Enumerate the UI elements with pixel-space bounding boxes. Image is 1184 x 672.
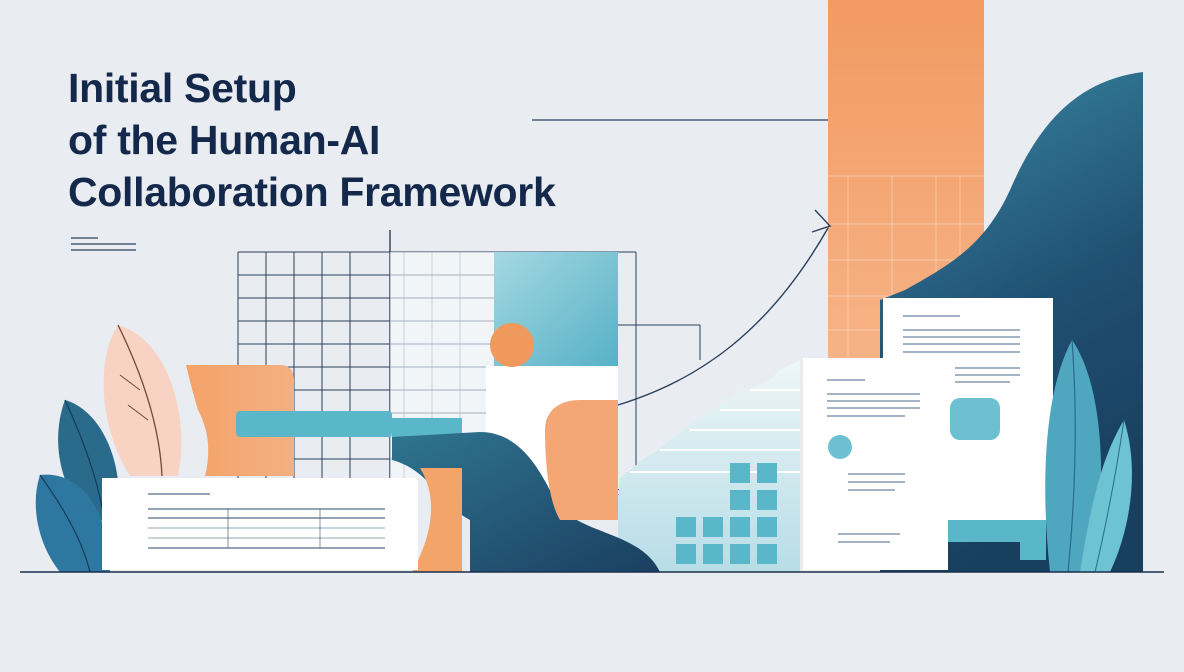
orange-round-block — [545, 400, 618, 520]
table-document — [102, 478, 418, 570]
teal-bar — [236, 411, 392, 437]
orange-circle — [490, 323, 534, 367]
document-front — [803, 358, 948, 570]
orange-half-shape — [412, 468, 462, 572]
pink-leaf — [103, 325, 182, 476]
banner-illustration: Initial Setup of the Human-AI Collaborat… — [0, 0, 1184, 672]
menu-lines — [71, 237, 136, 251]
decorative-artwork — [20, 0, 1164, 573]
